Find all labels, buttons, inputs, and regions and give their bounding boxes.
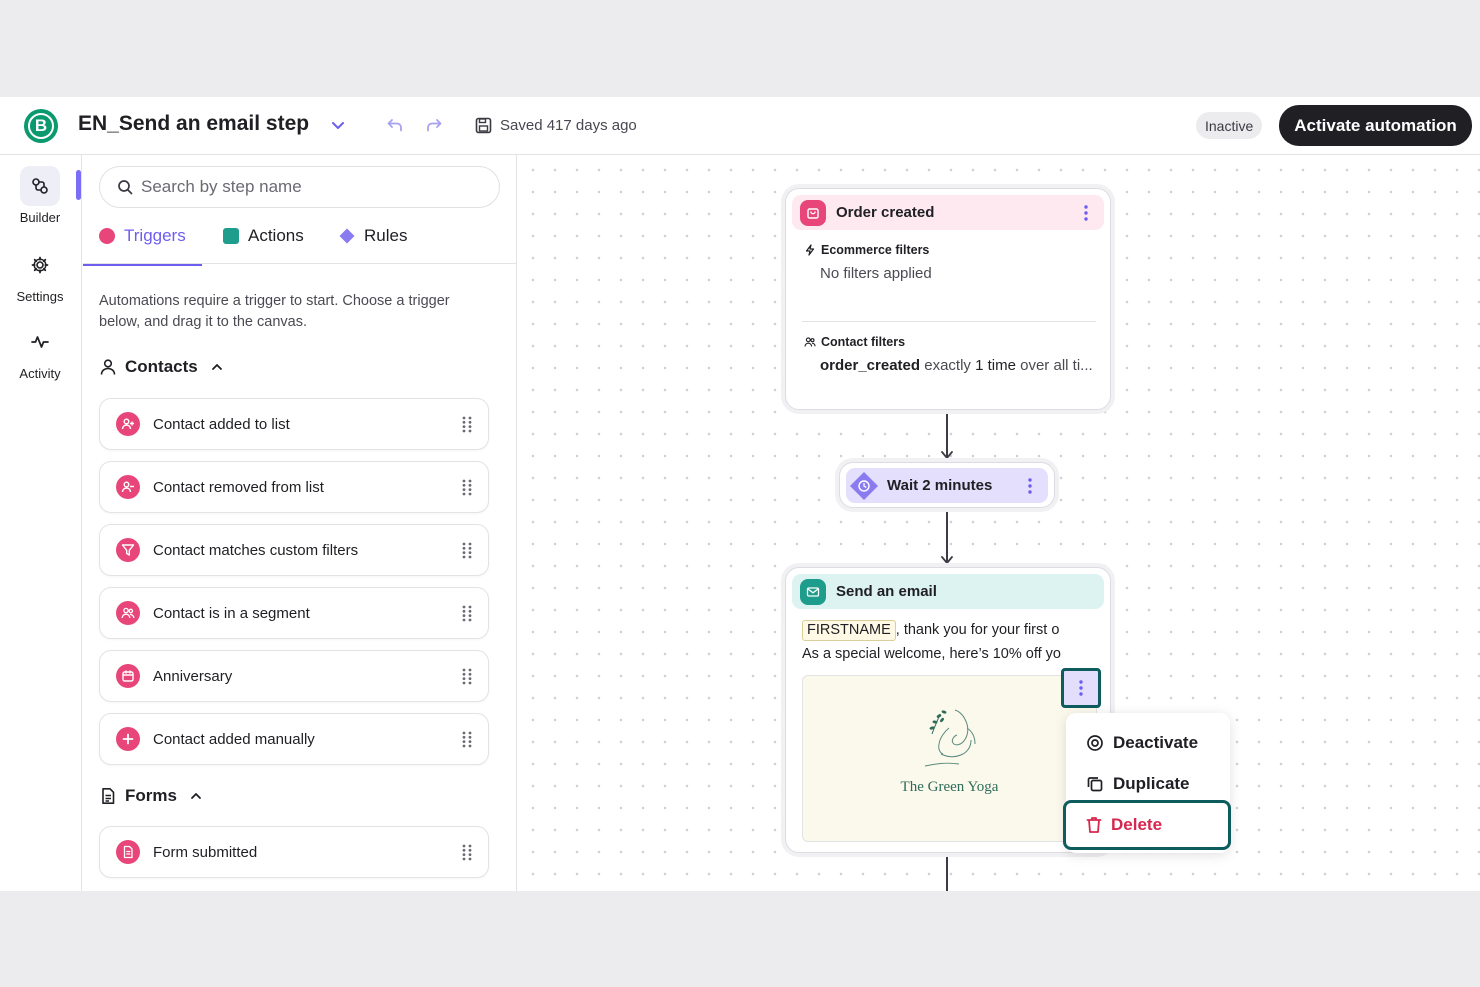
- deactivate-icon: [1087, 735, 1103, 751]
- divider: [802, 321, 1096, 322]
- chevron-up-icon: [211, 364, 222, 370]
- builder-icon: [32, 178, 48, 194]
- menu-item-duplicate[interactable]: Duplicate: [1066, 766, 1230, 802]
- section-forms[interactable]: Forms: [99, 786, 203, 806]
- email-node-more-options-button[interactable]: [1061, 668, 1101, 708]
- nav-activity[interactable]: Activity: [0, 322, 80, 381]
- clock-diamond-icon: [850, 471, 878, 500]
- duplicate-icon: [1087, 777, 1103, 792]
- undo-icon[interactable]: [386, 116, 404, 134]
- redo-icon[interactable]: [425, 116, 443, 134]
- search-box[interactable]: [99, 166, 500, 208]
- automation-builder: B EN_Send an email step Saved 417 days a…: [0, 97, 1480, 891]
- drag-handle-icon[interactable]: [462, 542, 472, 559]
- trigger-card-contact-added-manually[interactable]: Contact added manually: [99, 713, 489, 765]
- user-icon: [100, 359, 116, 375]
- gear-icon: [31, 256, 49, 274]
- chevron-down-icon[interactable]: [330, 117, 346, 133]
- nav-builder[interactable]: Builder: [0, 166, 80, 225]
- more-options-icon[interactable]: [1084, 205, 1088, 221]
- chevron-up-icon: [191, 793, 201, 799]
- section-contacts[interactable]: Contacts: [99, 357, 224, 377]
- trigger-node-header: Order created: [792, 195, 1104, 230]
- personalization-tag: FIRSTNAME: [802, 620, 896, 641]
- wait-node[interactable]: Wait 2 minutes: [839, 462, 1055, 508]
- more-options-icon[interactable]: [1028, 478, 1032, 494]
- wait-node-header: Wait 2 minutes: [846, 468, 1048, 503]
- trigger-card-anniversary[interactable]: Anniversary: [99, 650, 489, 702]
- more-options-icon: [1079, 680, 1083, 696]
- trigger-dot-icon: [99, 228, 115, 244]
- arrow-down-icon: [941, 556, 953, 564]
- activate-automation-button[interactable]: Activate automation: [1279, 105, 1472, 146]
- contact-filters-label: Contact filters: [804, 335, 905, 349]
- workflow-canvas[interactable]: Order created Ecommerce filters No filte…: [518, 155, 1480, 891]
- status-badge: Inactive: [1196, 112, 1263, 139]
- drag-handle-icon[interactable]: [462, 605, 472, 622]
- email-preview-image: The Green Yoga: [802, 675, 1097, 842]
- drag-handle-icon[interactable]: [462, 731, 472, 748]
- search-icon: [118, 180, 133, 195]
- shopping-bag-icon: [800, 199, 826, 226]
- left-nav: Builder Settings Activity: [0, 155, 82, 891]
- filter-icon: [116, 538, 140, 562]
- tab-triggers[interactable]: Triggers: [83, 226, 202, 266]
- step-type-tabs: Triggers Actions Rules: [83, 217, 516, 266]
- calendar-icon: [116, 664, 140, 688]
- drag-handle-icon[interactable]: [462, 479, 472, 496]
- brand-logo[interactable]: B: [24, 109, 58, 143]
- drag-handle-icon[interactable]: [462, 416, 472, 433]
- tab-actions[interactable]: Actions: [223, 226, 304, 264]
- connector-line: [946, 509, 948, 562]
- document-icon: [102, 788, 115, 804]
- save-icon: [475, 117, 492, 134]
- users-icon: [804, 337, 816, 347]
- email-snippet: FIRSTNAME, thank you for your first o As…: [802, 620, 1061, 662]
- contact-filter-rule: order_created exactly 1 time over all ti…: [820, 357, 1093, 374]
- trigger-card-form-submitted[interactable]: Form submitted: [99, 826, 489, 878]
- tab-rules[interactable]: Rules: [339, 226, 407, 264]
- brand-name: The Green Yoga: [900, 779, 999, 795]
- plus-icon: [116, 727, 140, 751]
- menu-item-deactivate[interactable]: Deactivate: [1066, 725, 1230, 761]
- steps-panel: Triggers Actions Rules Automations requi…: [83, 155, 517, 891]
- trigger-card-contact-added-to-list[interactable]: Contact added to list: [99, 398, 489, 450]
- user-minus-icon: [116, 475, 140, 499]
- yoga-logo-icon: [924, 709, 976, 767]
- activity-icon: [31, 336, 49, 348]
- connector-line: [946, 853, 948, 891]
- drag-handle-icon[interactable]: [462, 844, 472, 861]
- lightning-icon: [805, 244, 815, 256]
- nav-settings[interactable]: Settings: [0, 245, 80, 304]
- trigger-card-contact-matches-custom-filters[interactable]: Contact matches custom filters: [99, 524, 489, 576]
- saved-status: Saved 417 days ago: [500, 117, 637, 134]
- rule-diamond-icon: [339, 228, 355, 244]
- trigger-card-contact-removed-from-list[interactable]: Contact removed from list: [99, 461, 489, 513]
- delete-highlight-outline: [1063, 800, 1231, 850]
- top-bar: B EN_Send an email step Saved 417 days a…: [0, 97, 1480, 155]
- trigger-node-order-created[interactable]: Order created Ecommerce filters No filte…: [785, 188, 1111, 410]
- user-plus-icon: [116, 412, 140, 436]
- envelope-icon: [800, 578, 826, 605]
- arrow-down-icon: [941, 451, 953, 459]
- action-square-icon: [223, 228, 239, 244]
- email-node-header: Send an email: [792, 574, 1104, 609]
- users-icon: [116, 601, 140, 625]
- ecommerce-filters-label: Ecommerce filters: [804, 243, 929, 257]
- drag-handle-icon[interactable]: [462, 668, 472, 685]
- trigger-card-contact-is-in-a-segment[interactable]: Contact is in a segment: [99, 587, 489, 639]
- automation-title[interactable]: EN_Send an email step: [78, 112, 309, 136]
- panel-description: Automations require a trigger to start. …: [99, 293, 450, 330]
- form-icon: [116, 840, 140, 864]
- ecommerce-filters-value: No filters applied: [820, 265, 932, 282]
- search-input[interactable]: [141, 177, 471, 197]
